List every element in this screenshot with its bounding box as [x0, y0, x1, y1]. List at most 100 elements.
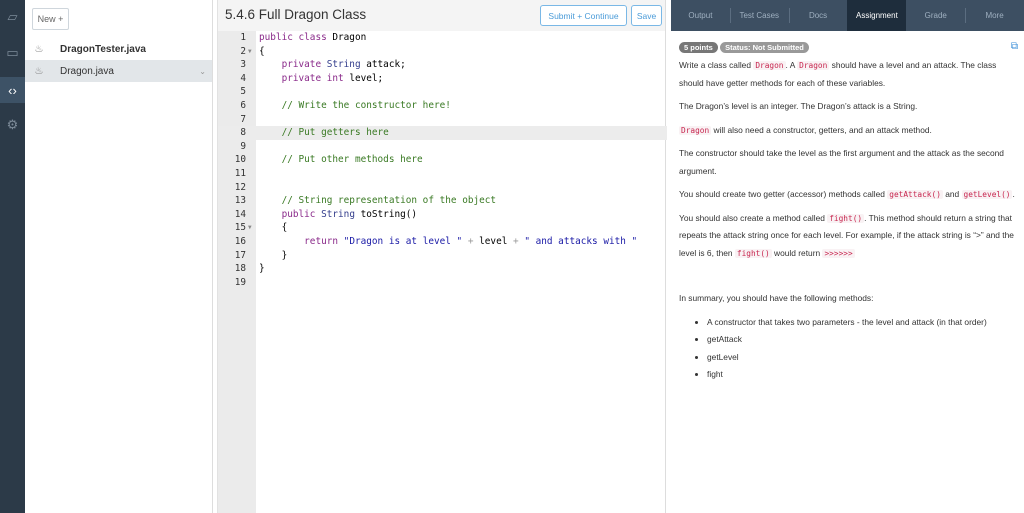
- submit-continue-button[interactable]: Submit + Continue: [540, 5, 627, 26]
- code-token: private int: [281, 72, 350, 84]
- chevron-down-icon[interactable]: ⌄: [199, 67, 206, 76]
- line-number: 12: [234, 181, 246, 193]
- code-line: 4 private int level;: [218, 72, 667, 86]
- code-text: return "Dragon is at level " + level + "…: [259, 235, 637, 249]
- assignment-content: 5 points Status: Not Submitted Write a c…: [671, 41, 1024, 384]
- save-button[interactable]: Save: [631, 5, 662, 26]
- desc-p5: You should create two getter (accessor) …: [679, 189, 1015, 199]
- code-token: Dragon: [332, 32, 367, 43]
- code-line: 11: [218, 167, 667, 181]
- code-text: private String attack;: [259, 58, 406, 72]
- list-item: getAttack: [707, 331, 1016, 349]
- desc-p3: Dragon will also need a constructor, get…: [679, 124, 932, 135]
- status-badge: Status: Not Submitted: [720, 42, 809, 53]
- code-line: 16 return "Dragon is at level " + level …: [218, 235, 667, 249]
- line-number: 19: [234, 276, 246, 288]
- code-area[interactable]: 1 public class Dragon 2 ▼{3 private String …: [218, 31, 667, 289]
- editor-header: 5.4.6 Full Dragon Class Submit + Continu…: [218, 0, 665, 31]
- code-token: // Put other methods here: [281, 154, 423, 166]
- line-number: 6: [240, 99, 246, 111]
- code-token: // String representation of the object: [281, 195, 497, 207]
- java-icon: ♨: [34, 65, 44, 77]
- code-text: }: [259, 262, 265, 276]
- fold-arrow-icon[interactable]: ▼: [248, 45, 252, 59]
- code-text: // Put getters here: [259, 126, 389, 140]
- tab-grade[interactable]: Grade: [906, 0, 965, 31]
- line-number: 11: [234, 167, 246, 179]
- code-text: // Put other methods here: [259, 153, 423, 167]
- code-text: }: [259, 249, 288, 263]
- gear-icon[interactable]: ⚙: [0, 112, 25, 138]
- new-file-button[interactable]: New +: [32, 8, 69, 30]
- tab-test-cases[interactable]: Test Cases: [729, 0, 789, 31]
- code-token: +: [462, 235, 480, 247]
- line-number: 8: [240, 127, 246, 139]
- points-badge: 5 points: [679, 42, 718, 53]
- code-line: 5: [218, 85, 667, 99]
- file-item-dragontester[interactable]: ♨ DragonTester.java: [25, 38, 212, 60]
- code-token: }: [259, 263, 265, 275]
- line-number: 17: [234, 249, 246, 261]
- code-line: 10 // Put other methods here: [218, 153, 667, 167]
- code-token: }: [259, 249, 288, 261]
- code-line: 13 // String representation of the objec…: [218, 194, 667, 208]
- code-token: toString(): [360, 208, 418, 220]
- line-number: 18: [234, 263, 246, 275]
- line-number: 3: [240, 59, 246, 71]
- file-item-dragon[interactable]: ♨ Dragon.java ⌄: [25, 60, 212, 82]
- list-item: getLevel: [707, 349, 1016, 367]
- tab-assignment[interactable]: Assignment: [847, 0, 907, 31]
- file-panel: New + ♨ DragonTester.java ♨ Dragon.java ⌄: [25, 0, 213, 513]
- code-line: 9: [218, 140, 667, 154]
- line-number: 7: [240, 113, 246, 125]
- calendar-icon[interactable]: ▭: [0, 40, 25, 66]
- external-link-icon[interactable]: ⧉: [1011, 41, 1018, 52]
- code-token: private: [281, 59, 327, 71]
- code-line: 15 ▼ {: [218, 221, 667, 235]
- code-line: 8 // Put getters here: [218, 126, 667, 140]
- code-line: 14 public String toString(): [218, 208, 667, 222]
- code-file-icon[interactable]: ‹›: [0, 77, 25, 103]
- code-line: 6 // Write the constructor here!: [218, 99, 667, 113]
- code-text: public String toString(): [259, 208, 417, 222]
- java-icon: ♨: [34, 43, 44, 55]
- code-line: 7: [218, 113, 667, 127]
- code-token: // Write the constructor here!: [281, 99, 451, 111]
- code-token: public class: [259, 32, 333, 43]
- tab-output[interactable]: Output: [671, 0, 730, 31]
- code-line: 17 }: [218, 249, 667, 263]
- desc-p6: You should also create a method called f…: [679, 212, 1014, 258]
- tab-docs[interactable]: Docs: [788, 0, 848, 31]
- list-item: fight: [707, 366, 1016, 384]
- code-text: public class Dragon: [259, 31, 366, 45]
- left-nav-rail: ▱ ▭ ‹› ⚙: [0, 0, 25, 513]
- code-token: public: [281, 208, 322, 220]
- code-token: "Dragon is at level ": [343, 235, 463, 247]
- line-number: 4: [240, 72, 246, 84]
- code-line: 3 private String attack;: [218, 58, 667, 72]
- exercise-title: 5.4.6 Full Dragon Class: [225, 7, 367, 22]
- tab-more[interactable]: More: [965, 0, 1024, 31]
- line-number: 15: [234, 222, 246, 234]
- map-icon[interactable]: ▱: [0, 4, 25, 30]
- list-item: A constructor that takes two parameters …: [707, 314, 1016, 332]
- code-token: +: [507, 235, 525, 247]
- line-number: 2: [240, 45, 246, 57]
- line-number: 16: [234, 235, 246, 247]
- code-text: {: [259, 45, 265, 59]
- panel-tabs: Output Test Cases Docs Assignment Grade More: [671, 0, 1024, 31]
- code-token: String: [326, 59, 367, 71]
- code-token: {: [259, 45, 265, 57]
- code-text: // String representation of the object: [259, 194, 496, 208]
- code-token: // Put getters here: [281, 127, 389, 139]
- code-token: String: [321, 208, 361, 220]
- code-token: return: [304, 235, 344, 247]
- code-token: attack;: [366, 59, 406, 71]
- fold-arrow-icon[interactable]: ▼: [248, 221, 252, 235]
- desc-p2: The Dragon’s level is an integer. The Dr…: [679, 101, 918, 111]
